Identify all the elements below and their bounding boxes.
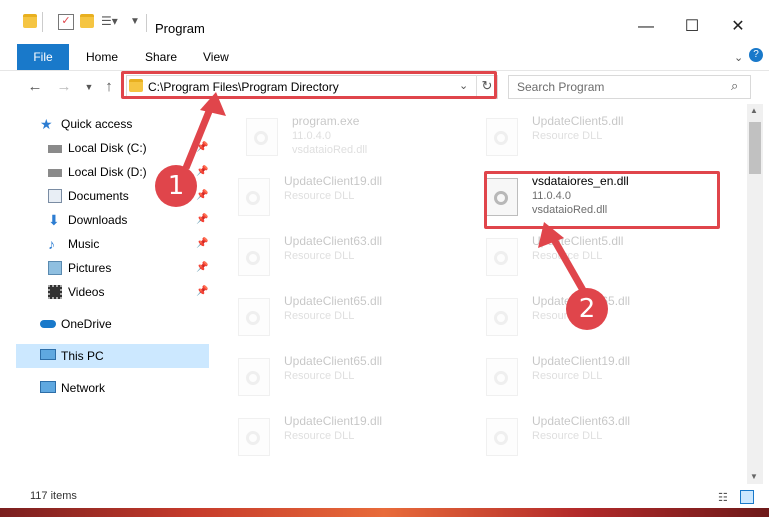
item-count: 117 items: [30, 490, 77, 502]
desktop-background-strip: [0, 508, 769, 517]
step-marker-2: 2: [566, 288, 608, 330]
status-bar: [0, 485, 769, 509]
arrow-line-1: [182, 102, 216, 170]
large-icons-view-icon[interactable]: [740, 490, 754, 504]
step-marker-1: 1: [155, 165, 197, 207]
scroll-up-icon[interactable]: ▲: [750, 106, 758, 115]
annotation-arrows: [182, 92, 588, 294]
scrollbar-thumb[interactable]: [749, 122, 761, 174]
scroll-down-icon[interactable]: ▼: [750, 472, 758, 481]
details-view-icon[interactable]: ☷: [718, 491, 728, 504]
arrow-line-2: [548, 234, 588, 294]
arrow-head-1: [200, 92, 226, 116]
